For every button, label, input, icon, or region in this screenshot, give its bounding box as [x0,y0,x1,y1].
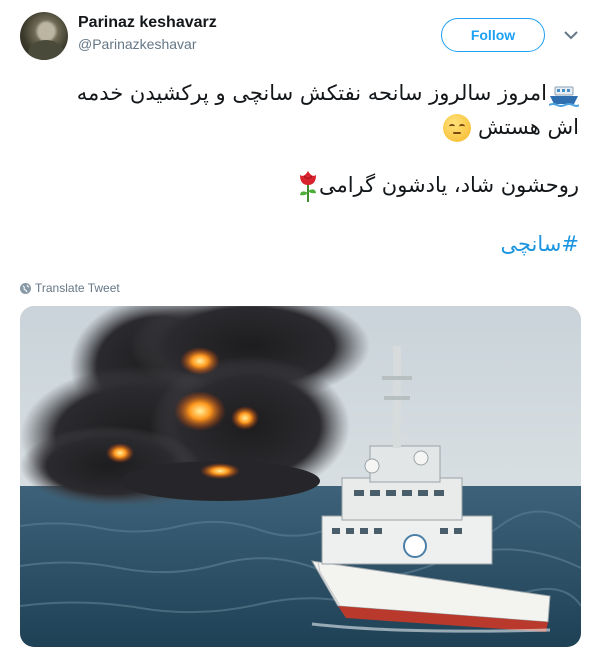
rose-emoji [297,169,319,203]
tweet-line-3: روحشون شاد، یادشون گرامی [19,168,579,203]
tweet-line-1: امروز سالروز سانحه نفتکش سانچی و پرکشیدن… [19,76,580,110]
ship-emoji [548,83,580,107]
user-handle[interactable]: @Parinazkeshavar [78,36,197,52]
chevron-down-icon[interactable] [562,26,580,44]
display-name[interactable]: Parinaz keshavarz [78,14,217,32]
avatar[interactable] [20,12,68,60]
globe-icon [20,282,31,294]
translate-tweet-link[interactable]: Translate Tweet [20,281,120,295]
follow-button[interactable]: Follow [441,18,545,52]
pensive-face-emoji [443,114,472,142]
tweet-photo[interactable] [20,306,581,647]
translate-label: Translate Tweet [35,281,120,295]
tweet-text: امروز سالروز سانحه نفتکش سانچی و پرکشیدن… [19,76,580,261]
tweet-line-2: اش هستش [19,110,579,144]
hashtag-link[interactable]: #سانچی [19,227,580,261]
